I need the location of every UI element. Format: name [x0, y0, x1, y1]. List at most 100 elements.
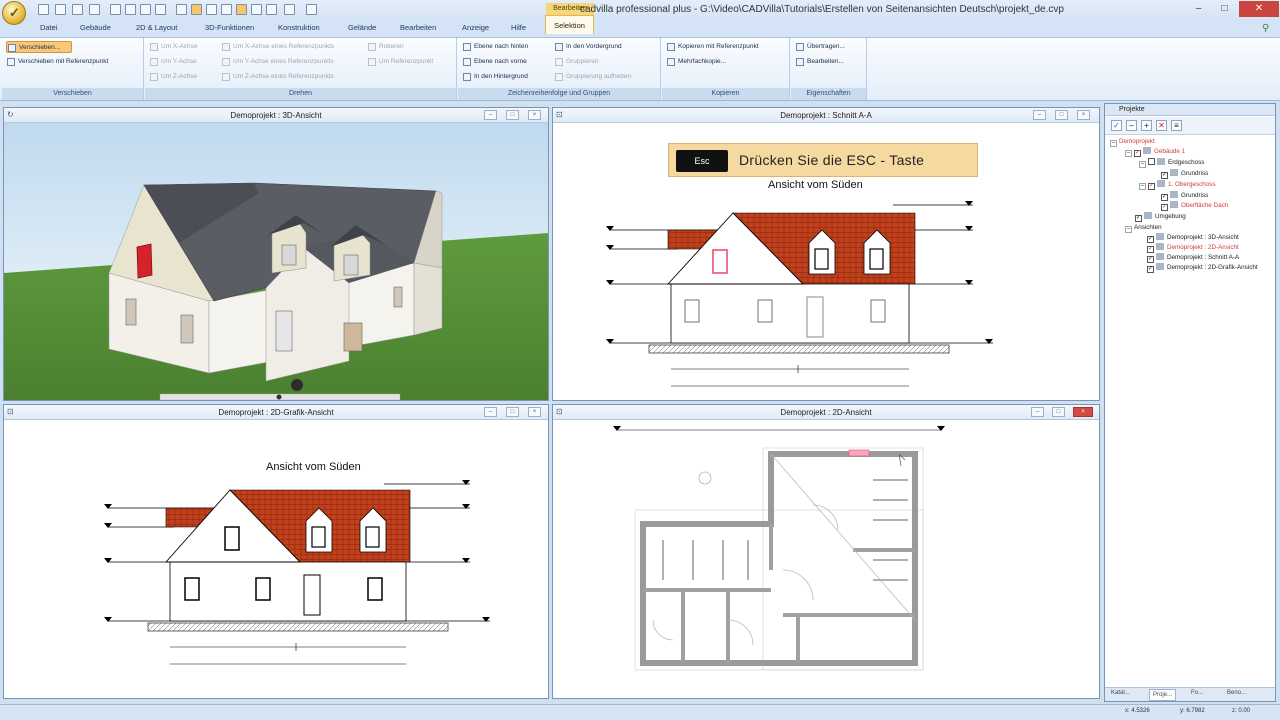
in-den-vordergrund-button[interactable]: In den Vordergrund [554, 41, 622, 53]
viewport-pin-icon[interactable]: ⊡ [556, 110, 566, 120]
home-icon[interactable] [176, 4, 187, 15]
mehrfachkopie-button[interactable]: Mehrfachkopie... [666, 56, 726, 68]
viewport-3d[interactable]: Demoprojekt : 3D-Ansicht ↻ – □ × [3, 107, 549, 401]
kopieren-referenzpunkt-button[interactable]: Kopieren mit Referenzpunkt [666, 41, 759, 53]
add-view-icon[interactable]: + [1141, 120, 1152, 131]
minimize-button[interactable]: – [1186, 1, 1211, 17]
copy-icon[interactable] [206, 4, 217, 15]
save-icon[interactable] [110, 4, 121, 15]
ebene-nach-vorne-button[interactable]: Ebene nach vorne [462, 56, 527, 68]
check-icon[interactable]: ✓ [1111, 120, 1122, 131]
viewport-grafik-minimize[interactable]: – [484, 407, 497, 417]
tab-selektion[interactable]: Selektion [545, 15, 594, 34]
viewport-pin-icon[interactable]: ⊡ [7, 407, 17, 417]
tree-item-grundriss-og[interactable]: ✓ Grundriss [1161, 191, 1208, 201]
gruppieren-button[interactable]: Gruppieren [554, 56, 599, 68]
rotate-y-ref-button[interactable]: Um Y-Achse eines Referenzpunkts [221, 56, 333, 68]
rotate-z-ref-button[interactable]: Um Z-Achse eines Referenzpunkts [221, 71, 334, 83]
tab-formen[interactable]: Fo... [1191, 690, 1203, 696]
flag-icon[interactable] [251, 4, 262, 15]
gruppierung-aufheben-button[interactable]: Gruppierung aufheben [554, 71, 631, 83]
properties-icon[interactable]: ≡ [1171, 120, 1182, 131]
tab-katalog[interactable]: Katal... [1111, 690, 1130, 696]
new-icon[interactable] [38, 4, 49, 15]
viewport-plan-canvas[interactable] [553, 420, 1099, 698]
tree-item-floor-eg[interactable]: – Erdgeschoss [1139, 158, 1204, 168]
tree-item-view-schnitt[interactable]: ✓ Demoprojekt : Schnitt A-A [1147, 253, 1239, 263]
tree-item-project[interactable]: – Demoprojekt [1110, 137, 1155, 147]
viewport-schnitt-maximize[interactable]: □ [1055, 110, 1068, 120]
tab-datei[interactable]: Datei [40, 23, 58, 32]
tree-item-ansichten[interactable]: – Ansichten [1125, 223, 1162, 233]
viewport-plan-minimize[interactable]: – [1031, 407, 1044, 417]
rotate-reference-button[interactable]: Um Referenzpunkt [367, 56, 433, 68]
viewport-3d-maximize[interactable]: □ [506, 110, 519, 120]
viewport-plan-close[interactable]: × [1073, 407, 1093, 417]
viewport-schnitt[interactable]: Demoprojekt : Schnitt A-A ⊡ – □ × Esc Dr… [552, 107, 1100, 401]
redo-icon[interactable] [89, 4, 100, 15]
tree-item-building[interactable]: – ✓ Gebäude 1 [1125, 147, 1185, 157]
viewport-plan[interactable]: Demoprojekt : 2D-Ansicht ⊡ – □ × [552, 404, 1100, 699]
selection-mode-icon[interactable] [191, 4, 202, 15]
tree-item-view-2d[interactable]: ✓ Demoprojekt : 2D-Ansicht [1147, 243, 1239, 253]
tree-item-roof-surface[interactable]: ✓ Oberfläche Dach [1161, 201, 1228, 211]
open-icon[interactable] [55, 4, 66, 15]
verschieben-referenzpunkt-button[interactable]: Verschieben mit Referenzpunkt [6, 56, 108, 68]
viewport-schnitt-canvas[interactable]: Esc Drücken Sie die ESC - Taste Ansicht … [553, 123, 1099, 400]
hand-icon[interactable] [266, 4, 277, 15]
in-den-hintergrund-button[interactable]: In den Hintergrund [462, 71, 528, 83]
tab-projekte[interactable]: Proje... [1149, 689, 1177, 701]
grid-icon[interactable] [125, 4, 136, 15]
viewport-grafik-close[interactable]: × [528, 407, 541, 417]
measure-icon[interactable] [221, 4, 232, 15]
tree-item-umgebung[interactable]: ✓ Umgebung [1135, 212, 1186, 222]
uebertragen-button[interactable]: Übertragen... [795, 41, 845, 53]
viewport-grafik-canvas[interactable]: Ansicht vom Süden [4, 420, 548, 698]
viewport-schnitt-minimize[interactable]: – [1033, 110, 1046, 120]
viewport-schnitt-close[interactable]: × [1077, 110, 1090, 120]
tab-2d-layout[interactable]: 2D & Layout [136, 23, 177, 32]
tab-gebaeude[interactable]: Gebäude [80, 23, 111, 32]
viewport-3d-minimize[interactable]: – [484, 110, 497, 120]
close-button[interactable]: ✕ [1239, 1, 1279, 17]
tree-item-view-3d[interactable]: ✓ Demoprojekt : 3D-Ansicht [1147, 233, 1239, 243]
tab-3d-funktionen[interactable]: 3D-Funktionen [205, 23, 254, 32]
viewport-plan-maximize[interactable]: □ [1052, 407, 1065, 417]
bearbeiten-button[interactable]: Bearbeiten... [795, 56, 844, 68]
customize-quick-access-icon[interactable] [306, 4, 317, 15]
send-backward-icon [463, 43, 471, 51]
rotate-x-ref-button[interactable]: Um X-Achse eines Referenzpunkts [221, 41, 334, 53]
viewport-3d-close[interactable]: × [528, 110, 541, 120]
rotate-x-button[interactable]: Um X-Achse [149, 41, 197, 53]
ebene-nach-hinten-button[interactable]: Ebene nach hinten [462, 41, 528, 53]
rotate-y-button[interactable]: Um Y-Achse [149, 56, 197, 68]
window-icon[interactable] [155, 4, 166, 15]
viewport-3d-canvas[interactable] [4, 123, 548, 400]
pointer-icon[interactable] [236, 4, 247, 15]
tab-benutzer[interactable]: Beno... [1227, 690, 1246, 696]
tree-item-view-grafik[interactable]: ✓ Demoprojekt : 2D-Grafik-Ansicht [1147, 263, 1258, 273]
gear-icon[interactable] [284, 4, 295, 15]
verschieben-button[interactable]: Verschieben... [6, 41, 72, 53]
tree-item-floor-og[interactable]: – ✓ 1. Obergeschoss [1139, 180, 1216, 190]
viewport-pin-icon[interactable]: ⊡ [556, 407, 566, 417]
delete-icon[interactable]: ✕ [1156, 120, 1167, 131]
tab-hilfe[interactable]: Hilfe [511, 23, 526, 32]
layout-icon[interactable] [140, 4, 151, 15]
tab-gelaende[interactable]: Gelände [348, 23, 376, 32]
tab-bearbeiten[interactable]: Bearbeiten [400, 23, 436, 32]
rotate-z-button[interactable]: Um Z-Achse [149, 71, 197, 83]
viewport-grafik-maximize[interactable]: □ [506, 407, 519, 417]
tree-item-grundriss-eg[interactable]: ✓ Grundriss [1161, 169, 1208, 179]
help-pin-icon[interactable]: ⚲ [1262, 23, 1269, 34]
environment-icon [1144, 212, 1152, 219]
rotieren-button[interactable]: Rotieren [367, 41, 404, 53]
minus-icon[interactable]: – [1126, 120, 1137, 131]
viewport-pin-icon[interactable]: ↻ [7, 110, 17, 120]
application-menu-button[interactable]: ✓ [2, 1, 26, 25]
maximize-button[interactable]: □ [1212, 1, 1237, 17]
viewport-grafik[interactable]: Demoprojekt : 2D-Grafik-Ansicht ⊡ – □ × … [3, 404, 549, 699]
undo-icon[interactable] [72, 4, 83, 15]
tab-konstruktion[interactable]: Konstruktion [278, 23, 320, 32]
tab-anzeige[interactable]: Anzeige [462, 23, 489, 32]
